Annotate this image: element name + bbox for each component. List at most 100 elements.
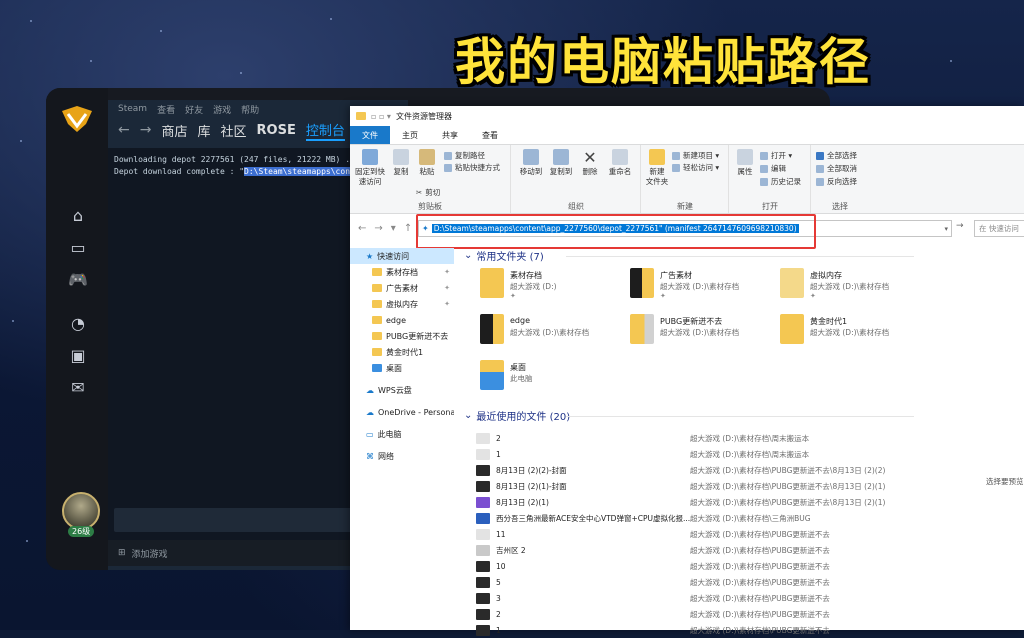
nav-this-pc[interactable]: ▭ 此电脑: [350, 426, 454, 442]
nav-library[interactable]: 库: [197, 121, 210, 140]
camera-icon[interactable]: ▣: [68, 346, 88, 366]
home-icon[interactable]: ⌂: [68, 206, 88, 226]
folder-icon: [780, 268, 804, 298]
nav-network[interactable]: ⌘ 网络: [350, 448, 454, 464]
image-icon: [476, 608, 490, 620]
desktop-icon: [480, 360, 504, 390]
steam-menu-steam[interactable]: Steam: [118, 104, 147, 114]
copy-button[interactable]: 复制: [390, 149, 412, 177]
nav-store[interactable]: 商店: [161, 121, 187, 140]
copy-path-button[interactable]: 复制路径: [444, 150, 485, 161]
select-none-button[interactable]: 全部取消: [816, 163, 857, 174]
ribbon-label: 选择: [832, 202, 848, 211]
invert-selection-button[interactable]: 反向选择: [816, 176, 857, 187]
go-icon[interactable]: →: [956, 221, 964, 231]
nav-quick-access[interactable]: ★ 快速访问: [350, 248, 454, 264]
recent-locations-icon[interactable]: ▾: [391, 223, 396, 234]
copy-to-button[interactable]: 复制到: [548, 149, 574, 177]
video-caption: 我的电脑粘贴路径: [455, 33, 871, 91]
nav-community[interactable]: 社区: [221, 121, 247, 140]
table-row[interactable]: 10 超大游戏 (D:)\素材存档\PUBG更新迸不去: [476, 558, 1024, 574]
up-icon[interactable]: ↑: [404, 223, 412, 234]
folder-tile[interactable]: PUBG更新迸不去 超大游戏 (D:)\素材存档: [630, 314, 770, 350]
folder-tile[interactable]: 虚拟内存 超大游戏 (D:)\素材存档 ✦: [780, 268, 920, 304]
search-input[interactable]: 在 快速访问: [974, 220, 1024, 237]
history-button[interactable]: 历史记录: [760, 176, 801, 187]
nav-profile[interactable]: ROSE: [257, 123, 296, 138]
nav-wps[interactable]: ☁ WPS云盘: [350, 382, 454, 398]
nav-onedrive[interactable]: ☁ OneDrive - Personal: [350, 404, 454, 420]
select-all-button[interactable]: 全部选择: [816, 150, 857, 161]
move-icon: [523, 149, 539, 165]
table-row[interactable]: 11 超大游戏 (D:)\素材存档\PUBG更新迸不去: [476, 526, 1024, 542]
folder-icon: [372, 316, 382, 324]
delete-icon: ✕: [583, 148, 597, 167]
table-row[interactable]: 8月13日 (2)(1)-封面 超大游戏 (D:)\素材存档\PUBG更新迸不去\…: [476, 478, 1024, 494]
new-folder-button[interactable]: 新建 文件夹: [644, 149, 670, 187]
nav-item-edge[interactable]: edge: [350, 312, 454, 328]
forward-icon[interactable]: →: [374, 223, 382, 234]
easy-access-button[interactable]: 轻松访问 ▾: [672, 162, 719, 173]
nav-item-vmem[interactable]: 虚拟内存 ✦: [350, 296, 454, 312]
steam-menu-help[interactable]: 帮助: [241, 103, 259, 116]
ribbon-label: 打开: [762, 202, 778, 211]
nav-item-ads[interactable]: 广告素材 ✦: [350, 280, 454, 296]
pin-quick-access-button[interactable]: 固定到快 速访问: [354, 149, 386, 187]
rename-button[interactable]: 重命名: [606, 149, 634, 177]
paste-shortcut-icon: [444, 163, 452, 172]
gamepad-icon[interactable]: 🎮: [68, 270, 88, 290]
folder-tile[interactable]: edge 超大游戏 (D:)\素材存档: [480, 314, 620, 350]
steam-menu-view[interactable]: 查看: [157, 103, 175, 116]
edit-button[interactable]: 编辑: [760, 163, 786, 174]
tab-view[interactable]: 查看: [470, 126, 510, 144]
frequent-folders-header[interactable]: ⌄ 常用文件夹 (7): [464, 248, 544, 263]
divider: [566, 256, 914, 257]
address-dropdown-icon[interactable]: ▾: [944, 225, 948, 233]
table-row[interactable]: 3 超大游戏 (D:)\素材存档\PUBG更新迸不去: [476, 590, 1024, 606]
tab-file[interactable]: 文件: [350, 126, 390, 144]
properties-button[interactable]: 属性: [734, 149, 756, 177]
new-item-button[interactable]: 新建项目 ▾: [672, 150, 719, 161]
delete-button[interactable]: ✕ 删除: [580, 149, 600, 177]
folder-tile[interactable]: 黄金时代1 超大游戏 (D:)\素材存档: [780, 314, 920, 350]
nav-console[interactable]: 控制台: [305, 120, 345, 141]
nav-item-desktop[interactable]: 桌面: [350, 360, 454, 376]
gift-icon[interactable]: ✉: [68, 378, 88, 398]
tab-home[interactable]: 主页: [390, 126, 430, 144]
table-row[interactable]: 2 超大游戏 (D:)\素材存档\PUBG更新迸不去: [476, 606, 1024, 622]
paste-icon: [419, 149, 435, 165]
table-row[interactable]: 2 超大游戏 (D:)\素材存档\周末搬运本: [476, 430, 1024, 446]
move-to-button[interactable]: 移动到: [518, 149, 544, 177]
table-row[interactable]: 1 超大游戏 (D:)\素材存档\周末搬运本: [476, 446, 1024, 462]
nav-item-pubg[interactable]: PUBG更新迸不去: [350, 328, 454, 344]
back-arrow-icon[interactable]: ←: [118, 122, 130, 138]
forward-arrow-icon[interactable]: →: [140, 122, 152, 138]
star: [240, 72, 242, 74]
table-row[interactable]: 8月13日 (2)(2)-封面 超大游戏 (D:)\素材存档\PUBG更新迸不去\…: [476, 462, 1024, 478]
table-row[interactable]: 8月13日 (2)(1) 超大游戏 (D:)\素材存档\PUBG更新迸不去\8月1…: [476, 494, 1024, 510]
avatar[interactable]: [62, 492, 100, 530]
folder-tile[interactable]: 广告素材 超大游戏 (D:)\素材存档 ✦: [630, 268, 770, 304]
nav-item-material[interactable]: 素材存档 ✦: [350, 264, 454, 280]
table-row[interactable]: 西分吾三角洲最新ACE安全中心VTD弹窗+CPU虚拟化报... 超大游戏 (D:)…: [476, 510, 1024, 526]
folder-tile[interactable]: 桌面 此电脑: [480, 360, 620, 396]
quick-save-icon[interactable]: ▫ ▫ ▾: [371, 112, 391, 121]
table-row[interactable]: 吉州区 2 超大游戏 (D:)\素材存档\PUBG更新迸不去: [476, 542, 1024, 558]
folder-icon: [630, 268, 654, 298]
speedometer-icon[interactable]: ◔: [68, 314, 88, 334]
chevron-down-icon: ⌄: [464, 410, 473, 421]
open-button[interactable]: 打开 ▾: [760, 150, 792, 161]
cut-button[interactable]: ✂ 剪切: [416, 187, 440, 198]
paste-shortcut-button[interactable]: 粘贴快捷方式: [444, 162, 500, 173]
table-row[interactable]: 1 超大游戏 (D:)\素材存档\PUBG更新迸不去: [476, 622, 1024, 638]
folder-tile[interactable]: 素材存档 超大游戏 (D:) ✦: [480, 268, 620, 304]
tab-share[interactable]: 共享: [430, 126, 470, 144]
steam-menu-games[interactable]: 游戏: [213, 103, 231, 116]
paste-button[interactable]: 粘贴: [416, 149, 438, 177]
nav-item-golden[interactable]: 黄金时代1: [350, 344, 454, 360]
back-icon[interactable]: ←: [358, 223, 366, 234]
table-row[interactable]: 5 超大游戏 (D:)\素材存档\PUBG更新迸不去: [476, 574, 1024, 590]
steam-menu-friends[interactable]: 好友: [185, 103, 203, 116]
recent-files-header[interactable]: ⌄ 最近使用的文件 (20): [464, 408, 570, 423]
monitor-icon[interactable]: ▭: [68, 238, 88, 258]
